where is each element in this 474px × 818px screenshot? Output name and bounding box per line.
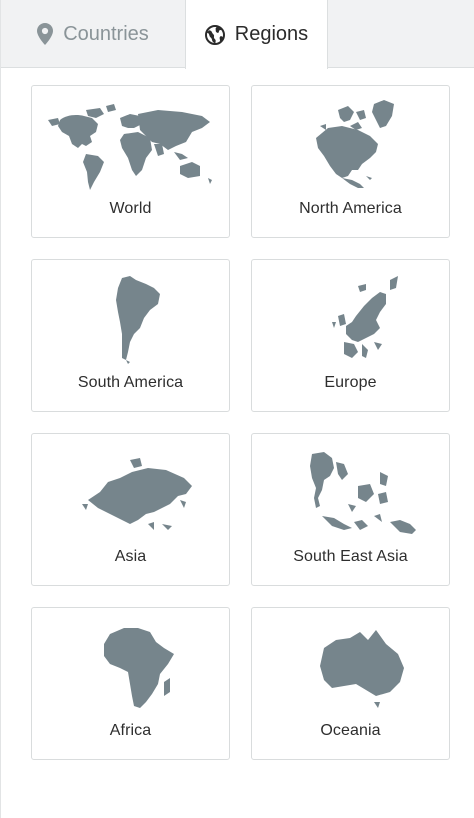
region-card-label: Oceania [320, 722, 381, 739]
south-america-map-icon [116, 276, 160, 364]
south-east-asia-map-icon [310, 452, 416, 534]
region-grid: World North America South America Europe… [31, 85, 451, 760]
region-card-label: Europe [324, 374, 377, 391]
region-card-south-east-asia[interactable]: South East Asia [251, 433, 450, 586]
map-pin-icon [37, 23, 54, 45]
world-map-icon [48, 104, 212, 190]
region-card-north-america[interactable]: North America [251, 85, 450, 238]
region-card-asia[interactable]: Asia [31, 433, 230, 586]
region-card-label: World [109, 200, 152, 217]
north-america-map-icon [316, 100, 394, 188]
region-card-world[interactable]: World [31, 85, 230, 238]
region-card-africa[interactable]: Africa [31, 607, 230, 760]
africa-map-icon [104, 628, 174, 708]
tab-bar: Countries Regions [1, 0, 474, 69]
europe-map-icon [332, 276, 398, 358]
tab-regions[interactable]: Regions [185, 0, 328, 69]
region-picker: Countries Regions World North America So… [0, 0, 474, 818]
region-card-label: Africa [109, 722, 152, 739]
oceania-map-icon [320, 630, 404, 708]
region-card-label: South East Asia [293, 548, 408, 565]
region-card-oceania[interactable]: Oceania [251, 607, 450, 760]
tab-countries-label: Countries [63, 22, 149, 45]
region-card-europe[interactable]: Europe [251, 259, 450, 412]
tab-countries[interactable]: Countries [1, 0, 185, 68]
region-card-label: South America [77, 374, 184, 391]
region-card-label: North America [299, 200, 402, 217]
globe-icon [204, 24, 225, 45]
region-card-label: Asia [114, 548, 147, 565]
region-card-south-america[interactable]: South America [31, 259, 230, 412]
tab-regions-label: Regions [234, 23, 309, 45]
asia-map-icon [82, 458, 192, 530]
